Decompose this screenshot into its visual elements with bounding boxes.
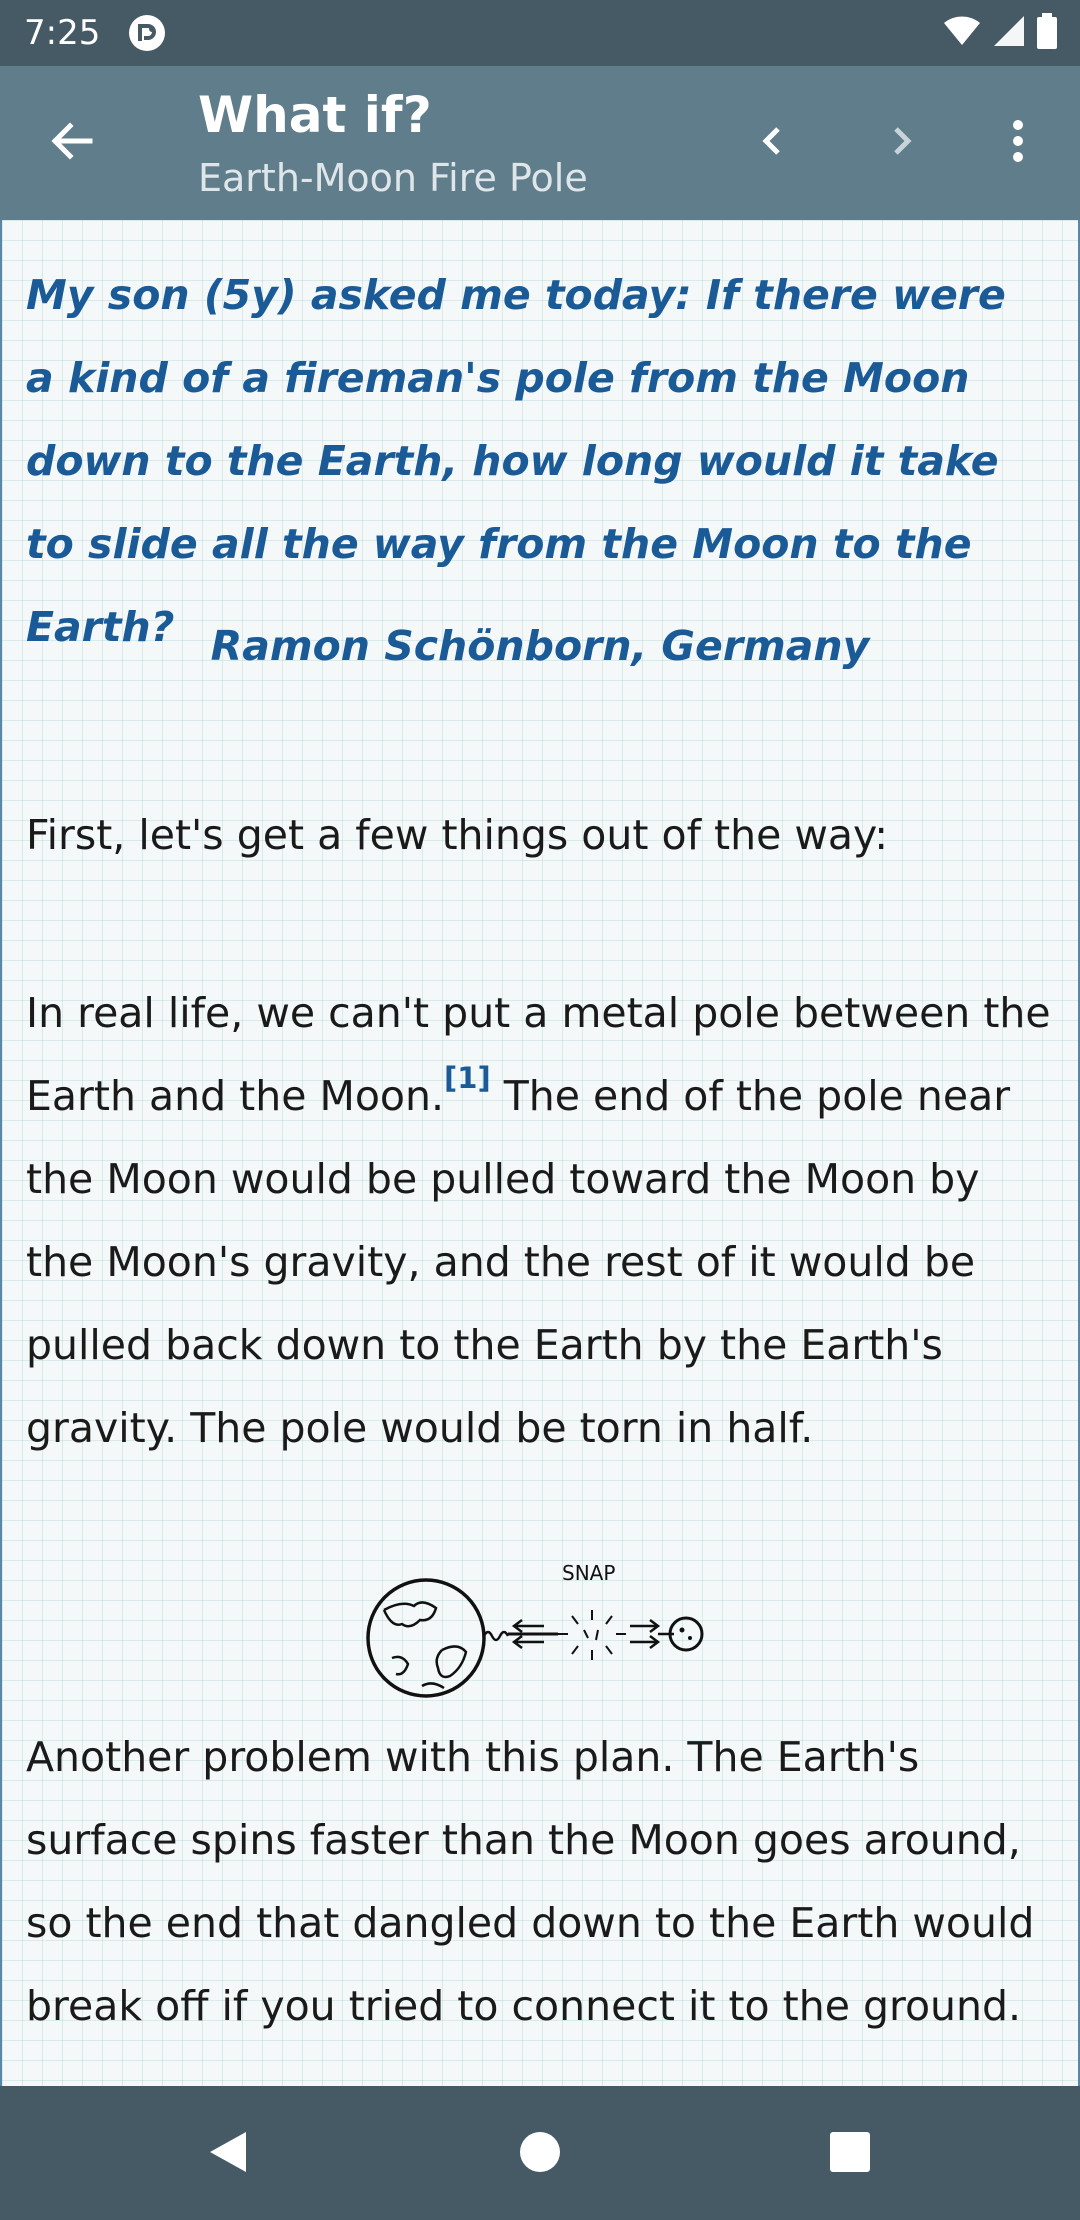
- app-notification-icon: [128, 14, 166, 52]
- status-time: 7:25: [24, 13, 101, 53]
- app-title: What if?: [198, 86, 432, 144]
- paragraph: First, let's get a few things out of the…: [26, 811, 889, 859]
- chevron-left-icon: [756, 121, 788, 165]
- paragraph-text: The end of the pole near the Moon would …: [26, 1072, 1011, 1452]
- more-vert-icon: [1010, 117, 1026, 169]
- article-content[interactable]: My son (5y) asked me today: If there wer…: [0, 220, 1080, 2086]
- earth-moon-pole-illustration: SNAP: [366, 1561, 704, 1698]
- wifi-icon: [942, 15, 982, 51]
- footnote-link[interactable]: [1]: [444, 1061, 491, 1095]
- battery-icon: [1036, 13, 1058, 53]
- question-author: Ramon Schönborn, Germany: [210, 622, 870, 670]
- back-button[interactable]: [40, 111, 104, 175]
- system-recents-button[interactable]: [818, 2122, 882, 2186]
- paragraph: Another problem with this plan. The Eart…: [26, 1733, 1035, 2030]
- snap-label: SNAP: [562, 1561, 615, 1585]
- next-article-button[interactable]: [870, 111, 934, 175]
- system-navigation-bar: [0, 2086, 1080, 2220]
- signal-icon: [992, 14, 1026, 52]
- nav-back-icon: [206, 2128, 250, 2180]
- paragraph: In real life, we can't put a metal pole …: [26, 972, 1056, 1470]
- nav-recents-icon: [829, 2131, 871, 2177]
- previous-article-button[interactable]: [740, 111, 804, 175]
- reader-question: My son (5y) asked me today: If there wer…: [26, 271, 1006, 651]
- chevron-right-icon: [886, 121, 918, 165]
- screen: 7:25 What if? Earth-Moon Fire Pole My so…: [0, 0, 1080, 2220]
- app-bar: What if? Earth-Moon Fire Pole: [0, 66, 1080, 220]
- status-bar: 7:25: [0, 0, 1080, 66]
- system-home-button[interactable]: [508, 2122, 572, 2186]
- article-title: Earth-Moon Fire Pole: [198, 156, 588, 200]
- more-options-button[interactable]: [990, 111, 1046, 175]
- back-arrow-icon: [48, 117, 96, 169]
- status-icons: [942, 13, 1058, 53]
- system-back-button[interactable]: [196, 2122, 260, 2186]
- nav-home-icon: [518, 2130, 562, 2178]
